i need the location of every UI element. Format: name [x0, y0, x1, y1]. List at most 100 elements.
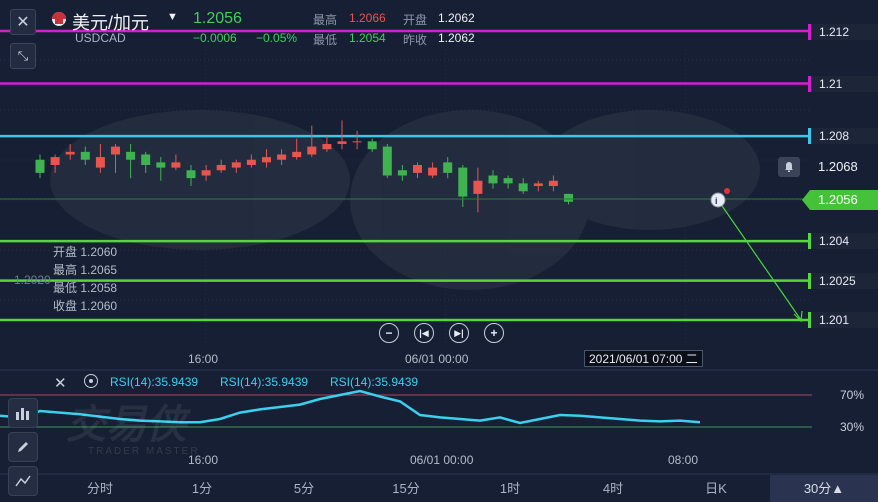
candle-body	[382, 146, 392, 176]
candle-body	[564, 193, 573, 202]
candle-body	[246, 159, 256, 165]
rsi-settings-gear-icon[interactable]	[84, 374, 98, 388]
candle-body	[413, 164, 422, 173]
high-label: 最高	[313, 13, 338, 27]
rsi-time-0601: 06/01 00:00	[410, 453, 474, 467]
candle-body	[443, 162, 453, 173]
price-tag-1212[interactable]: 1.212	[808, 24, 878, 40]
trend-line-icon	[15, 475, 31, 487]
close-icon: ✕	[16, 14, 30, 31]
candle-body	[277, 154, 287, 160]
ohlc-low: 最低 1.2058	[53, 281, 118, 295]
watermark-en: TRADER MASTER	[88, 446, 200, 457]
prev-close-label: 昨收	[403, 33, 428, 47]
candle-body	[292, 151, 302, 158]
ohlc-high: 最高 1.2065	[53, 263, 118, 277]
candle-body	[126, 151, 136, 160]
candle-body	[458, 167, 468, 197]
candle-body	[231, 162, 241, 168]
rsi-label-1: RSI(14):35.9439	[110, 375, 199, 389]
candle-body	[65, 151, 75, 155]
rsi-close-icon[interactable]: ✕	[54, 374, 67, 392]
y-axis-tick: 1.2020	[14, 273, 51, 287]
alert-bell-icon[interactable]	[778, 157, 800, 177]
candle-body	[156, 162, 166, 168]
scroll-start-button[interactable]: |◀	[414, 323, 434, 343]
rsi-label-2: RSI(14):35.9439	[220, 375, 309, 389]
close-chart-button[interactable]: ✕	[10, 9, 36, 35]
candle-body	[141, 154, 151, 165]
ohlc-close: 收盘 1.2060	[53, 299, 118, 313]
candle-body	[337, 141, 347, 144]
candle-body	[322, 143, 332, 150]
minus-icon: −	[385, 326, 393, 340]
price-tag-1208[interactable]: 1.208	[808, 128, 878, 144]
candle-body	[503, 178, 513, 184]
bar-chart-icon	[16, 408, 29, 420]
tab-5min[interactable]: 5分	[254, 475, 354, 502]
draw-pen-button[interactable]	[8, 432, 38, 462]
tab-daily[interactable]: 日K	[666, 475, 766, 502]
skip-back-icon: |◀	[419, 327, 429, 338]
high-value: 1.2066	[349, 11, 386, 25]
svg-text:i: i	[715, 196, 718, 206]
prev-close-value: 1.2062	[438, 31, 475, 45]
candle-body	[473, 180, 483, 194]
candle-body	[80, 151, 90, 160]
tab-1min[interactable]: 1分	[152, 475, 252, 502]
price-tag-1204[interactable]: 1.204	[808, 233, 878, 249]
tab-1hour[interactable]: 1时	[460, 475, 560, 502]
pen-icon	[18, 442, 28, 452]
plus-icon: +	[490, 326, 498, 340]
draw-line-button[interactable]	[8, 466, 38, 496]
candle-body	[50, 157, 60, 165]
indicator-tool-button[interactable]	[8, 398, 38, 428]
flag-icon	[52, 12, 66, 26]
candle-body	[397, 170, 407, 176]
open-label: 开盘	[403, 13, 428, 27]
candle-body	[367, 141, 377, 150]
tab-timeline[interactable]: 分时	[50, 475, 150, 502]
time-label-1600: 16:00	[188, 352, 219, 366]
candle-body	[307, 146, 317, 155]
collapse-button[interactable]: ⤡	[10, 43, 36, 69]
symbol-code: USDCAD	[75, 31, 126, 45]
rsi-level-30: 30%	[840, 420, 865, 434]
tab-15min[interactable]: 15分	[356, 475, 456, 502]
open-value: 1.2062	[438, 11, 475, 25]
candle-body	[352, 141, 362, 143]
candle-body	[95, 157, 105, 168]
candle-body	[171, 162, 181, 168]
tab-4hour[interactable]: 4时	[563, 475, 663, 502]
candle-body	[111, 146, 120, 155]
rsi-time-0800: 08:00	[668, 453, 699, 467]
trade-marker-icon[interactable]	[710, 192, 726, 208]
low-label: 最低	[313, 33, 338, 47]
candle-body	[35, 159, 45, 173]
price-change-pct: −0.05%	[256, 31, 298, 45]
zoom-out-button[interactable]: −	[379, 323, 399, 343]
price-tag-12025[interactable]: 1.2025	[808, 273, 878, 289]
candle-body	[518, 183, 528, 192]
candle-body	[262, 157, 271, 163]
price-tag-121[interactable]: 1.21	[808, 76, 878, 92]
candle-body	[428, 167, 438, 176]
candle-body	[186, 170, 196, 179]
ohlc-open: 开盘 1.2060	[53, 245, 118, 259]
time-label-0601: 06/01 00:00	[405, 352, 469, 366]
candle-body	[216, 164, 226, 171]
candle-body	[533, 183, 543, 187]
zoom-in-button[interactable]: +	[484, 323, 504, 343]
symbol-dropdown-icon[interactable]: ▼	[167, 11, 178, 23]
crosshair-time: 2021/06/01 07:00 二	[584, 350, 703, 367]
tab-30min[interactable]: 30分▲	[770, 475, 878, 502]
candle-body	[488, 175, 498, 184]
price-tag-1201[interactable]: 1.201	[808, 312, 878, 328]
candle-body	[548, 180, 558, 187]
low-value: 1.2054	[349, 31, 386, 45]
price-change: −0.0006	[193, 31, 237, 45]
alert-price: 1.2068	[818, 159, 858, 174]
collapse-arrows-icon: ⤡	[17, 48, 29, 63]
rsi-level-70: 70%	[840, 388, 865, 402]
scroll-end-button[interactable]: ▶|	[449, 323, 469, 343]
